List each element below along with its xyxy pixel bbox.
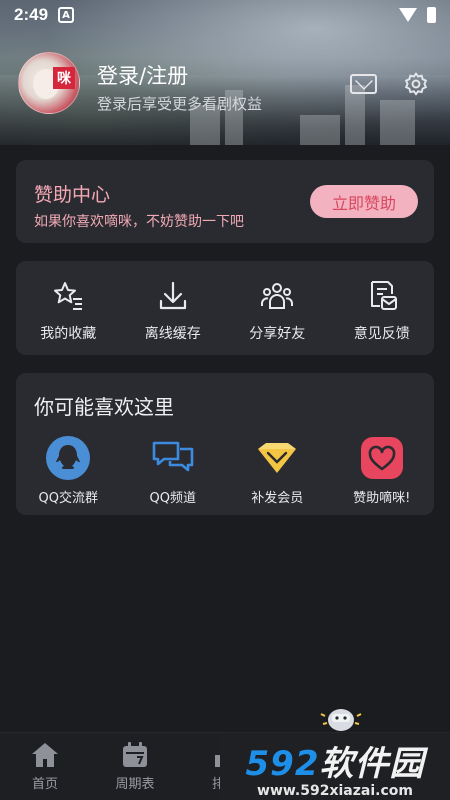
avatar-mark: 咪 <box>53 67 75 89</box>
recommend-reissue-vip[interactable]: 补发会员 <box>225 435 330 506</box>
sponsor-button[interactable]: 立即赞助 <box>310 185 418 218</box>
recommend-label: QQ交流群 <box>38 491 98 506</box>
feature-feedback[interactable]: 意见反馈 <box>330 261 435 355</box>
feature-favorites[interactable]: 我的收藏 <box>16 261 121 355</box>
sponsor-title: 赞助中心 <box>34 184 111 206</box>
feature-share-friends[interactable]: 分享好友 <box>225 261 330 355</box>
features-card: 我的收藏 离线缓存 分享好友 意见反馈 <box>16 261 434 355</box>
watermark-url: www.592xiazai.com <box>257 782 413 799</box>
diamond-icon <box>258 443 297 473</box>
watermark-text: 软件园 <box>319 743 425 784</box>
qq-icon <box>46 436 91 480</box>
calendar-icon <box>123 742 147 767</box>
sponsor-desc: 如果你喜欢嘀咪，不妨赞助一下吧 <box>34 214 244 230</box>
tab-home[interactable]: 首页 <box>0 733 90 800</box>
feature-offline-cache[interactable]: 离线缓存 <box>121 261 226 355</box>
chat-bubbles-icon <box>152 441 194 472</box>
recommend-card: 你可能喜欢这里 QQ交流群 QQ频道 补发会员 赞助嘀咪! <box>16 373 434 515</box>
status-bar: 2:49 A <box>0 0 450 30</box>
recommend-sponsor[interactable]: 赞助嘀咪! <box>330 435 435 506</box>
recommend-label: QQ频道 <box>149 491 196 506</box>
home-icon <box>32 743 58 767</box>
feature-label: 分享好友 <box>249 326 306 342</box>
tab-label: 首页 <box>31 777 58 792</box>
tab-label: 周期表 <box>115 777 155 792</box>
recommend-label: 赞助嘀咪! <box>353 491 411 506</box>
wifi-icon <box>399 8 417 22</box>
feedback-icon <box>370 281 397 310</box>
star-list-icon <box>54 282 83 310</box>
status-time: 2:49 <box>14 5 49 24</box>
watermark-brand: 592软件园 <box>246 736 425 785</box>
recommend-qq-group[interactable]: QQ交流群 <box>16 435 121 506</box>
tab-schedule[interactable]: 周期表 <box>90 733 180 800</box>
recommend-qq-channel[interactable]: QQ频道 <box>121 435 226 506</box>
feature-label: 我的收藏 <box>40 326 97 342</box>
watermark-num: 592 <box>245 743 320 784</box>
recommend-label: 补发会员 <box>251 491 304 506</box>
feature-label: 意见反馈 <box>353 326 410 342</box>
gear-icon[interactable] <box>403 71 429 97</box>
sponsor-card: 赞助中心 如果你喜欢嘀咪，不妨赞助一下吧 立即赞助 <box>16 160 434 243</box>
recommend-row: QQ交流群 QQ频道 补发会员 赞助嘀咪! <box>16 435 434 506</box>
watermark-logo: 592软件园 www.592xiazai.com <box>220 734 450 800</box>
people-icon <box>261 283 294 309</box>
recommend-heading: 你可能喜欢这里 <box>34 395 174 419</box>
mascot-icon <box>320 709 362 731</box>
avatar[interactable]: 咪 <box>18 52 80 114</box>
battery-icon <box>427 7 436 23</box>
login-subtitle: 登录后享受更多看剧权益 <box>97 95 263 113</box>
notification-icon: A <box>58 7 75 23</box>
mail-icon[interactable] <box>350 74 377 94</box>
heart-icon <box>360 437 403 479</box>
feature-label: 离线缓存 <box>144 326 201 342</box>
download-icon <box>159 281 186 310</box>
login-register-link[interactable]: 登录/注册 <box>97 60 188 90</box>
